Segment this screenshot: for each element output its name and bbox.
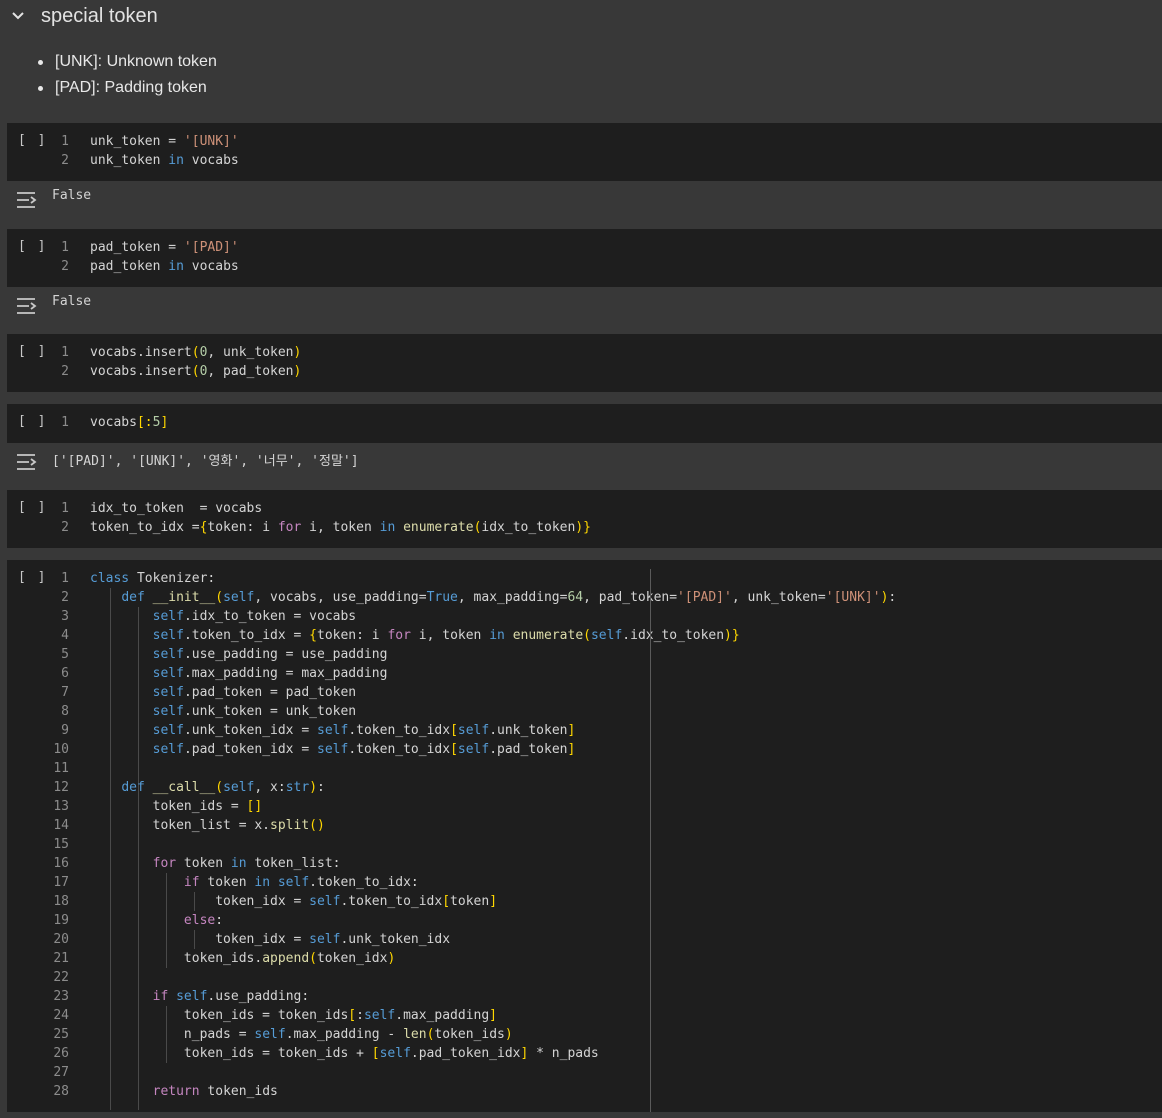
line-number: 2 [61, 520, 69, 535]
code-cell[interactable]: [ ] 1 idx_to_token = vocabs 2 token_to_idx… [7, 490, 1162, 548]
code-line: 9 self.unk_token_idx = self.token_to_idx… [7, 721, 575, 740]
line-number: 4 [61, 628, 69, 643]
line-number: 23 [53, 989, 69, 1004]
code-line: 24 token_ids = token_ids[:self.max_paddi… [7, 1006, 497, 1025]
code-cell[interactable]: [ ] 1 pad_token = '[PAD]' 2 pad_token in v… [7, 229, 1162, 287]
output-toggle-icon[interactable] [15, 190, 39, 210]
line-number: 1 [61, 501, 69, 516]
line-number: 10 [53, 742, 69, 757]
code-line: 1 idx_to_token = vocabs [7, 499, 262, 518]
code-line: 21 token_ids.append(token_idx) [7, 949, 395, 968]
cell-output: False [0, 287, 1162, 334]
code-line: 2 token_to_idx ={token: i for i, token in… [7, 518, 591, 537]
code-line: 26 token_ids = token_ids + [self.pad_tok… [7, 1044, 598, 1063]
line-number: 24 [53, 1008, 69, 1023]
code-line: 1 vocabs.insert(0, unk_token) [7, 343, 301, 362]
code-cell[interactable]: [ ] 1 vocabs[:5] [7, 404, 1162, 443]
line-number: 27 [53, 1065, 69, 1080]
code-line: 17 if token in self.token_to_idx: [7, 873, 418, 892]
line-number: 18 [53, 894, 69, 909]
line-number: 13 [53, 799, 69, 814]
code-line: 1 unk_token = '[UNK]' [7, 132, 239, 151]
line-number: 14 [53, 818, 69, 833]
line-number: 1 [61, 134, 69, 149]
line-number: 2 [61, 259, 69, 274]
output-text: False [52, 188, 92, 203]
line-number: 1 [61, 345, 69, 360]
code-line: 1 vocabs[:5] [7, 413, 168, 432]
code-line: 5 self.use_padding = use_padding [7, 645, 387, 664]
line-number: 1 [61, 240, 69, 255]
line-number: 16 [53, 856, 69, 871]
code-cell[interactable]: [ ] 1 unk_token = '[UNK]' 2 unk_token in v… [7, 123, 1162, 181]
line-number: 8 [61, 704, 69, 719]
line-number: 28 [53, 1084, 69, 1099]
code-line: 22 [7, 968, 69, 987]
code-line: 11 [7, 759, 69, 778]
output-text: ['[PAD]', '[UNK]', '영화', '너무', '정말'] [52, 454, 359, 469]
code-line: 20 token_idx = self.unk_token_idx [7, 930, 450, 949]
line-number: 15 [53, 837, 69, 852]
code-line: 6 self.max_padding = max_padding [7, 664, 387, 683]
list-item: [PAD]: Padding token [0, 76, 217, 102]
line-number: 2 [61, 590, 69, 605]
code-cell[interactable]: [ ] 1 class Tokenizer: 2 def __init__(sel… [7, 560, 1162, 1112]
chevron-down-icon[interactable] [10, 8, 26, 24]
line-number: 20 [53, 932, 69, 947]
line-number: 26 [53, 1046, 69, 1061]
code-line: 14 token_list = x.split() [7, 816, 324, 835]
code-line: 3 self.idx_to_token = vocabs [7, 607, 356, 626]
line-number: 5 [61, 647, 69, 662]
code-line: 2 def __init__(self, vocabs, use_padding… [7, 588, 896, 607]
code-line: 25 n_pads = self.max_padding - len(token… [7, 1025, 512, 1044]
cell-output: False [0, 181, 1162, 229]
line-number: 3 [61, 609, 69, 624]
line-number: 21 [53, 951, 69, 966]
line-number: 2 [61, 153, 69, 168]
code-line: 2 unk_token in vocabs [7, 151, 239, 170]
line-number: 6 [61, 666, 69, 681]
line-number: 11 [53, 761, 69, 776]
code-line: 1 pad_token = '[PAD]' [7, 238, 239, 257]
line-number: 22 [53, 970, 69, 985]
output-text: False [52, 294, 92, 309]
code-line: 15 [7, 835, 69, 854]
column-ruler [650, 569, 651, 1112]
code-line: 16 for token in token_list: [7, 854, 340, 873]
code-line: 13 token_ids = [] [7, 797, 262, 816]
bullet-list: [UNK]: Unknown token [PAD]: Padding toke… [0, 50, 217, 102]
code-line: 27 [7, 1063, 69, 1082]
output-toggle-icon[interactable] [15, 296, 39, 316]
line-number: 25 [53, 1027, 69, 1042]
code-line: 4 self.token_to_idx = {token: i for i, t… [7, 626, 740, 645]
code-line: 23 if self.use_padding: [7, 987, 309, 1006]
line-number: 2 [61, 364, 69, 379]
line-number: 7 [61, 685, 69, 700]
code-line: 28 return token_ids [7, 1082, 278, 1101]
line-number: 19 [53, 913, 69, 928]
code-cell[interactable]: [ ] 1 vocabs.insert(0, unk_token) 2 vocabs… [7, 334, 1162, 392]
code-line: 8 self.unk_token = unk_token [7, 702, 356, 721]
cell-output: ['[PAD]', '[UNK]', '영화', '너무', '정말'] [0, 443, 1162, 490]
code-line: 12 def __call__(self, x:str): [7, 778, 325, 797]
line-number: 12 [53, 780, 69, 795]
code-line: 18 token_idx = self.token_to_idx[token] [7, 892, 497, 911]
section-header: special token [0, 0, 1162, 34]
list-item: [UNK]: Unknown token [0, 50, 217, 76]
code-line: 2 vocabs.insert(0, pad_token) [7, 362, 301, 381]
line-number: 1 [61, 571, 69, 586]
section-title: special token [41, 5, 158, 27]
line-number: 1 [61, 415, 69, 430]
code-line: 19 else: [7, 911, 223, 930]
line-number: 17 [53, 875, 69, 890]
code-line: 7 self.pad_token = pad_token [7, 683, 356, 702]
code-line: 1 class Tokenizer: [7, 569, 215, 588]
line-number: 9 [61, 723, 69, 738]
code-line: 2 pad_token in vocabs [7, 257, 239, 276]
output-toggle-icon[interactable] [15, 452, 39, 472]
code-line: 10 self.pad_token_idx = self.token_to_id… [7, 740, 575, 759]
